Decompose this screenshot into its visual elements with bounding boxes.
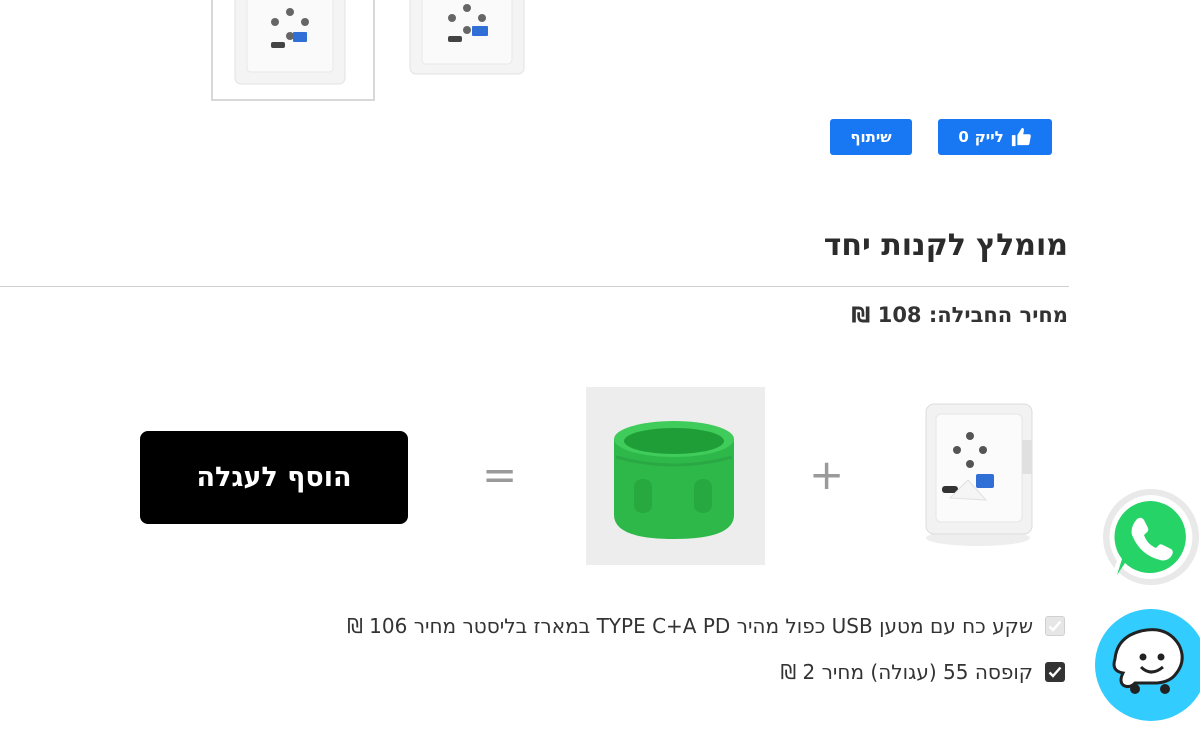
add-to-cart-button[interactable]: הוסף לעגלה [140, 431, 408, 524]
gallery-thumbnail-selected[interactable] [211, 0, 375, 101]
thumbs-up-icon [1011, 127, 1031, 147]
whatsapp-button[interactable] [1099, 487, 1200, 591]
socket-image [409, 0, 525, 75]
product-image-junction-box[interactable] [586, 387, 765, 565]
section-title: מומלץ לקנות יחד [823, 228, 1068, 263]
bundle-item-label: קופסה 55 (עגולה) מחיר 2 ₪ [780, 660, 1034, 684]
facebook-share-button[interactable]: שיתוף [830, 119, 912, 155]
bundle-price-label: מחיר החבילה: [928, 303, 1068, 327]
socket-image [234, 0, 346, 85]
bundle-item-row: קופסה 55 (עגולה) מחיר 2 ₪ [780, 660, 1065, 684]
bundle-price: מחיר החבילה: 108 ₪ [851, 303, 1068, 327]
facebook-like-button[interactable]: לייק 0 [938, 119, 1052, 155]
whatsapp-icon [1103, 489, 1199, 585]
equals-symbol: = [482, 450, 518, 499]
waze-icon [1112, 628, 1184, 694]
junction-box-image [614, 421, 734, 539]
bundle-price-value: 108 ₪ [851, 303, 922, 327]
bundle-item-checkbox[interactable] [1045, 616, 1065, 636]
waze-button[interactable] [1095, 609, 1200, 721]
share-label: שיתוף [850, 128, 892, 146]
bundle-item-checkbox[interactable] [1045, 662, 1065, 682]
plus-symbol: + [809, 450, 845, 499]
bundle-item-label: שקע כח עם מטען USB כפול מהיר TYPE C+A PD… [347, 614, 1033, 638]
bundle-item-row: שקע כח עם מטען USB כפול מהיר TYPE C+A PD… [347, 614, 1065, 638]
checkmark-icon [1048, 666, 1062, 678]
like-label: לייק [974, 128, 1004, 146]
like-count: 0 [958, 128, 969, 146]
checkmark-icon [1048, 620, 1062, 632]
product-image-socket[interactable] [912, 390, 1047, 555]
gallery-thumbnail[interactable] [400, 0, 535, 89]
divider [0, 286, 1069, 287]
socket-image [925, 403, 1033, 546]
